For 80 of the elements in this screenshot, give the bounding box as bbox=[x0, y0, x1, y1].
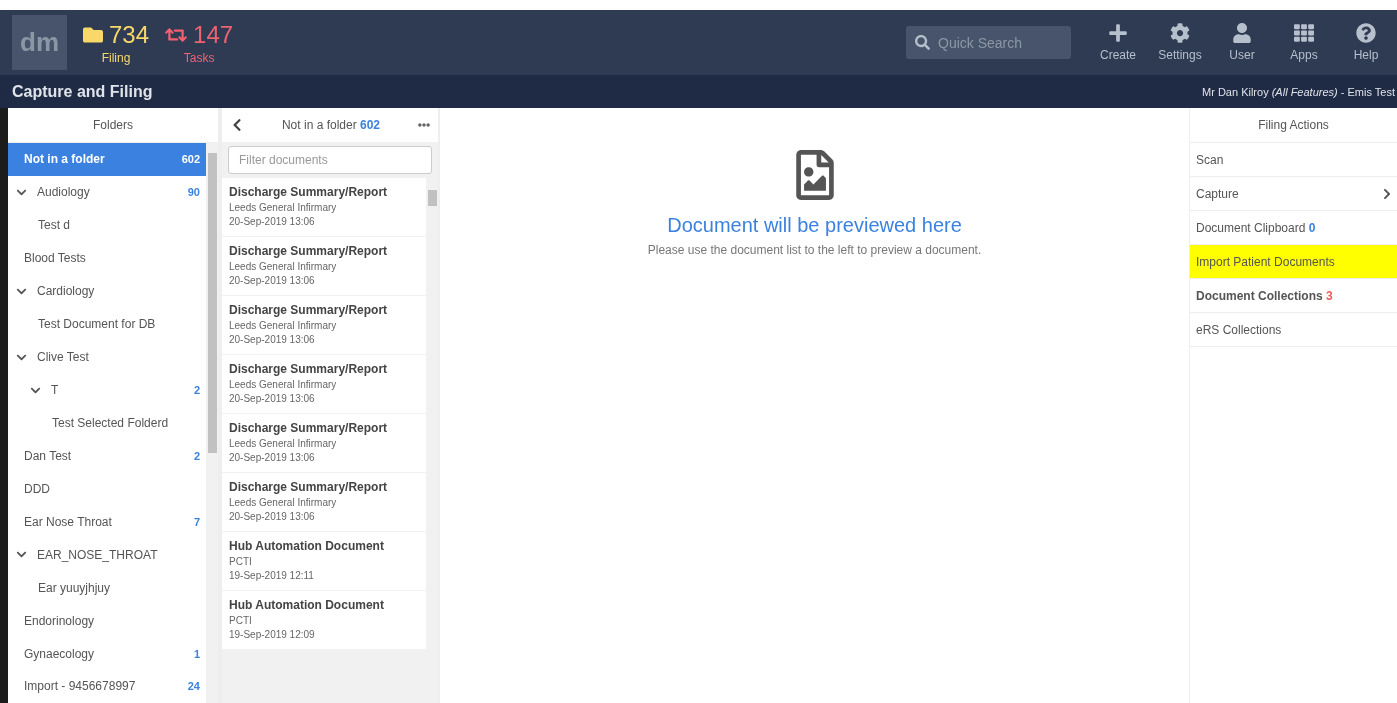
folder-label: Blood Tests bbox=[24, 251, 87, 266]
folder-label: Clive Test bbox=[37, 350, 90, 365]
document-source: PCTI bbox=[229, 615, 253, 626]
document-item[interactable]: Discharge Summary/Report Leeds General Infirmary 20-Sep-2019 13:06 bbox=[222, 414, 426, 472]
folder-count: 602 bbox=[181, 153, 200, 166]
preview-hint: Please use the document list to the left to preview a document. bbox=[647, 243, 982, 257]
document-item[interactable]: Discharge Summary/Report Leeds General Infirmary 20-Sep-2019 13:06 bbox=[222, 296, 426, 354]
document-date: 19-Sep-2019 12:09 bbox=[229, 629, 316, 640]
document-item[interactable]: Hub Automation Document PCTI 19-Sep-2019 12:09 bbox=[222, 591, 426, 649]
nav-button[interactable]: Apps bbox=[1273, 23, 1335, 62]
folder-label: Dan Test bbox=[24, 448, 73, 463]
user-info: Mr Dan Kilroy (All Features) - Emis Test bbox=[1202, 85, 1395, 98]
document-title: Discharge Summary/Report bbox=[229, 362, 389, 376]
document-source: Leeds General Infirmary bbox=[229, 261, 338, 272]
document-title: Discharge Summary/Report bbox=[229, 244, 389, 258]
counter-value[interactable]: 734 bbox=[109, 20, 150, 49]
folder-count: 2 bbox=[193, 384, 200, 397]
user-icon bbox=[1232, 23, 1252, 43]
document-date: 20-Sep-2019 13:06 bbox=[229, 334, 316, 345]
folder-label: Ear yuuyjhjuy bbox=[38, 580, 112, 595]
folder-label: DDD bbox=[24, 481, 51, 496]
document-item[interactable]: Discharge Summary/Report Leeds General Infirmary 20-Sep-2019 13:06 bbox=[222, 355, 426, 413]
folder-label: Ear Nose Throat bbox=[24, 514, 113, 529]
folder-label: T bbox=[51, 383, 60, 398]
nav-button[interactable]: Help bbox=[1335, 23, 1397, 62]
search-field[interactable]: Quick Search bbox=[906, 26, 1071, 59]
folder-count: 90 bbox=[187, 186, 200, 199]
document-title: Hub Automation Document bbox=[229, 539, 385, 553]
nav-button[interactable]: Settings bbox=[1149, 23, 1211, 62]
document-date: 20-Sep-2019 13:06 bbox=[229, 511, 316, 522]
plus-icon bbox=[1108, 23, 1128, 43]
nav-button[interactable]: User bbox=[1211, 23, 1273, 62]
document-source: Leeds General Infirmary bbox=[229, 202, 338, 213]
panel-title: Not in a folder 602 bbox=[280, 118, 382, 132]
folder-count: 24 bbox=[187, 680, 200, 693]
filter-field[interactable]: Filter documents bbox=[228, 146, 432, 174]
folder-count: 2 bbox=[193, 449, 200, 462]
document-date: 19-Sep-2019 12:11 bbox=[229, 570, 315, 581]
counter-label[interactable]: Tasks bbox=[183, 50, 215, 65]
document-item[interactable]: Discharge Summary/Report Leeds General Infirmary 20-Sep-2019 13:06 bbox=[222, 473, 426, 531]
action-item[interactable]: Import Patient Documents bbox=[1190, 245, 1397, 279]
document-item[interactable]: Hub Automation Document PCTI 19-Sep-2019 12:11 bbox=[222, 532, 426, 590]
folder-item[interactable]: Not in a folder 602 bbox=[8, 143, 206, 176]
document-source: PCTI bbox=[229, 556, 253, 567]
folder-label: Import - 9456678997 bbox=[24, 679, 137, 694]
document-title: Hub Automation Document bbox=[229, 598, 385, 612]
counter-value[interactable]: 147 bbox=[193, 20, 234, 49]
document-item[interactable]: Discharge Summary/Report Leeds General Infirmary 20-Sep-2019 13:06 bbox=[222, 178, 426, 236]
folder-label: Audiology bbox=[37, 185, 91, 200]
page-title: Capture and Filing bbox=[12, 82, 153, 101]
document-source: Leeds General Infirmary bbox=[229, 320, 338, 331]
folder-label: Gynaecology bbox=[24, 646, 96, 661]
folder-label: Not in a folder bbox=[24, 152, 106, 167]
preview-title: Document will be previewed here bbox=[667, 214, 962, 237]
folder-label: Test Selected Folderd bbox=[52, 415, 170, 430]
counter-label[interactable]: Filing bbox=[101, 50, 131, 65]
folder-label: Endorinology bbox=[24, 613, 96, 628]
document-item[interactable]: Discharge Summary/Report Leeds General Infirmary 20-Sep-2019 13:06 bbox=[222, 237, 426, 295]
folder-label: Cardiology bbox=[37, 284, 96, 299]
document-source: Leeds General Infirmary bbox=[229, 497, 338, 508]
document-title: Discharge Summary/Report bbox=[229, 421, 389, 435]
document-date: 20-Sep-2019 13:06 bbox=[229, 216, 316, 227]
search-icon bbox=[915, 35, 930, 50]
document-title: Discharge Summary/Report bbox=[229, 185, 389, 199]
nav-button[interactable]: Create bbox=[1087, 23, 1149, 62]
document-date: 20-Sep-2019 13:06 bbox=[229, 452, 316, 463]
document-source: Leeds General Infirmary bbox=[229, 379, 338, 390]
document-title: Discharge Summary/Report bbox=[229, 303, 389, 317]
document-title: Discharge Summary/Report bbox=[229, 480, 389, 494]
folder-count: 1 bbox=[193, 647, 200, 660]
folder-count: 7 bbox=[193, 515, 200, 528]
document-date: 20-Sep-2019 13:06 bbox=[229, 275, 316, 286]
grid-icon bbox=[1294, 23, 1314, 43]
settings-icon bbox=[1170, 23, 1190, 43]
folder-label: EAR_NOSE_THROAT bbox=[37, 547, 159, 562]
folder-label: Test d bbox=[38, 218, 71, 233]
help-icon bbox=[1356, 23, 1376, 43]
folder-label: Test Document for DB bbox=[38, 317, 157, 332]
document-date: 20-Sep-2019 13:06 bbox=[229, 393, 316, 404]
document-source: Leeds General Infirmary bbox=[229, 438, 338, 449]
